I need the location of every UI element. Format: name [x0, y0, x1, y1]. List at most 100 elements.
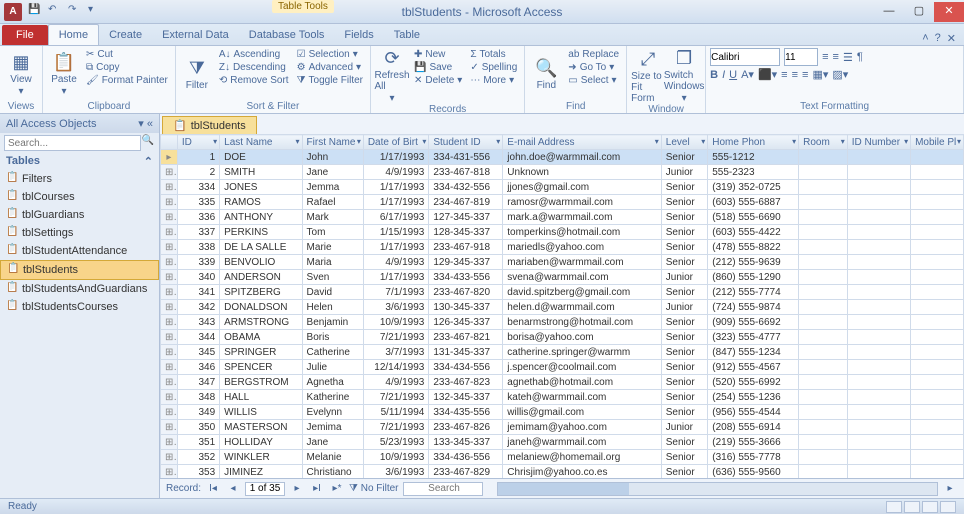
table-row[interactable]: ⊞349WILLISEvelynn5/11/1994334-435-556wil…	[161, 405, 964, 420]
help-icon[interactable]: ?	[935, 32, 941, 45]
cell[interactable]: Senior	[661, 345, 707, 360]
cell[interactable]: DOE	[220, 150, 302, 165]
cell[interactable]	[847, 300, 910, 315]
cell[interactable]: (603) 555-6887	[708, 195, 799, 210]
cell[interactable]: Junior	[661, 165, 707, 180]
first-record-button[interactable]: I◂	[205, 483, 221, 494]
cell[interactable]: 4/9/1993	[363, 255, 429, 270]
cell[interactable]	[799, 285, 848, 300]
cell[interactable]	[799, 240, 848, 255]
cell[interactable]: 133-345-337	[429, 435, 503, 450]
new-record-button[interactable]: ✚New	[411, 48, 465, 61]
delete-record-button[interactable]: ✕Delete▾	[411, 74, 465, 87]
cell[interactable]: Senior	[661, 180, 707, 195]
nav-header[interactable]: All Access Objects▾ «	[0, 114, 159, 133]
cell[interactable]	[911, 225, 964, 240]
cell[interactable]: Senior	[661, 225, 707, 240]
tab-external-data[interactable]: External Data	[152, 25, 239, 45]
ltr-icon[interactable]: ¶	[857, 51, 863, 63]
cell[interactable]: ramosr@warmmail.com	[503, 195, 661, 210]
cell[interactable]: mark.a@warmmail.com	[503, 210, 661, 225]
datasheet-grid[interactable]: ID▾Last Name▾First Name▾Date of Birt▾Stu…	[160, 134, 964, 478]
cell[interactable]: 339	[177, 255, 219, 270]
cell[interactable]: janeh@warmmail.com	[503, 435, 661, 450]
find-button[interactable]: 🔍Find	[529, 48, 563, 101]
cell[interactable]	[799, 150, 848, 165]
cell[interactable]: Marie	[302, 240, 363, 255]
table-row[interactable]: ⊞347BERGSTROMAgnetha4/9/1993233-467-823a…	[161, 375, 964, 390]
tab-create[interactable]: Create	[99, 25, 152, 45]
cell[interactable]: 338	[177, 240, 219, 255]
cell[interactable]	[799, 225, 848, 240]
underline-button[interactable]: U	[729, 69, 737, 81]
cell[interactable]: 233-467-818	[429, 165, 503, 180]
column-header[interactable]: Level▾	[661, 135, 707, 150]
cell[interactable]: Senior	[661, 465, 707, 479]
cell[interactable]	[911, 300, 964, 315]
cell[interactable]	[911, 180, 964, 195]
cell[interactable]: 5/11/1994	[363, 405, 429, 420]
table-row[interactable]: ⊞338DE LA SALLEMarie1/17/1993233-467-918…	[161, 240, 964, 255]
cut-button[interactable]: ✂Cut	[83, 48, 171, 61]
cell[interactable]: jemimam@yahoo.com	[503, 420, 661, 435]
save-record-button[interactable]: 💾Save	[411, 61, 465, 74]
alt-fill-button[interactable]: ▨▾	[832, 68, 848, 81]
table-row[interactable]: ⊞350MASTERSONJemima7/21/1993233-467-826j…	[161, 420, 964, 435]
cell[interactable]	[847, 270, 910, 285]
cell[interactable]: Jane	[302, 165, 363, 180]
column-header[interactable]: Date of Birt▾	[363, 135, 429, 150]
row-selector[interactable]: ⊞	[161, 300, 178, 315]
row-selector[interactable]: ⊞	[161, 345, 178, 360]
cell[interactable]: Rafael	[302, 195, 363, 210]
cell[interactable]: (636) 555-9560	[708, 465, 799, 479]
cell[interactable]: 7/21/1993	[363, 330, 429, 345]
cell[interactable]	[847, 255, 910, 270]
qat-save-icon[interactable]: 💾	[28, 4, 44, 20]
cell[interactable]	[847, 285, 910, 300]
cell[interactable]	[847, 405, 910, 420]
cell[interactable]: 334-432-556	[429, 180, 503, 195]
cell[interactable]: Maria	[302, 255, 363, 270]
cell[interactable]: 12/14/1993	[363, 360, 429, 375]
cell[interactable]: Chrisjim@yahoo.co.es	[503, 465, 661, 479]
cell[interactable]: 352	[177, 450, 219, 465]
switch-windows-button[interactable]: ❐Switch Windows▾	[667, 48, 701, 104]
cell[interactable]: 131-345-337	[429, 345, 503, 360]
cell[interactable]: Senior	[661, 390, 707, 405]
cell[interactable]: (219) 555-3666	[708, 435, 799, 450]
cell[interactable]: WINKLER	[220, 450, 302, 465]
cell[interactable]: Agnetha	[302, 375, 363, 390]
nav-item-tblstudents[interactable]: tblStudents	[0, 260, 159, 280]
size-to-fit-button[interactable]: ⤢Size to Fit Form	[631, 48, 665, 104]
cell[interactable]: willis@gmail.com	[503, 405, 661, 420]
cell[interactable]: 334-435-556	[429, 405, 503, 420]
cell[interactable]: 129-345-337	[429, 255, 503, 270]
table-row[interactable]: ▸1DOEJohn1/17/1993334-431-556john.doe@wa…	[161, 150, 964, 165]
table-row[interactable]: ⊞337PERKINSTom1/15/1993128-345-337tomper…	[161, 225, 964, 240]
cell[interactable]: 345	[177, 345, 219, 360]
row-selector[interactable]: ⊞	[161, 375, 178, 390]
cell[interactable]: (909) 555-6692	[708, 315, 799, 330]
cell[interactable]	[911, 465, 964, 479]
bold-button[interactable]: B	[710, 69, 718, 81]
cell[interactable]	[911, 405, 964, 420]
cell[interactable]: melaniew@homemail.org	[503, 450, 661, 465]
cell[interactable]	[847, 165, 910, 180]
prev-record-button[interactable]: ◂	[225, 483, 241, 494]
row-selector[interactable]: ⊞	[161, 450, 178, 465]
qat-redo-icon[interactable]: ↷	[68, 4, 84, 20]
cell[interactable]	[799, 360, 848, 375]
minimize-ribbon-icon[interactable]: ˄	[922, 32, 928, 45]
nav-search-input[interactable]	[4, 135, 141, 151]
cell[interactable]: 341	[177, 285, 219, 300]
cell[interactable]: (319) 352-0725	[708, 180, 799, 195]
cell[interactable]: 337	[177, 225, 219, 240]
column-header[interactable]: E-mail Address▾	[503, 135, 661, 150]
cell[interactable]: Benjamin	[302, 315, 363, 330]
row-selector[interactable]: ⊞	[161, 255, 178, 270]
nav-item-tblstudentattendance[interactable]: tblStudentAttendance	[0, 242, 159, 260]
datasheet-view-icon[interactable]	[886, 501, 902, 513]
cell[interactable]	[847, 330, 910, 345]
cell[interactable]	[847, 150, 910, 165]
paste-button[interactable]: 📋Paste▾	[47, 48, 81, 101]
